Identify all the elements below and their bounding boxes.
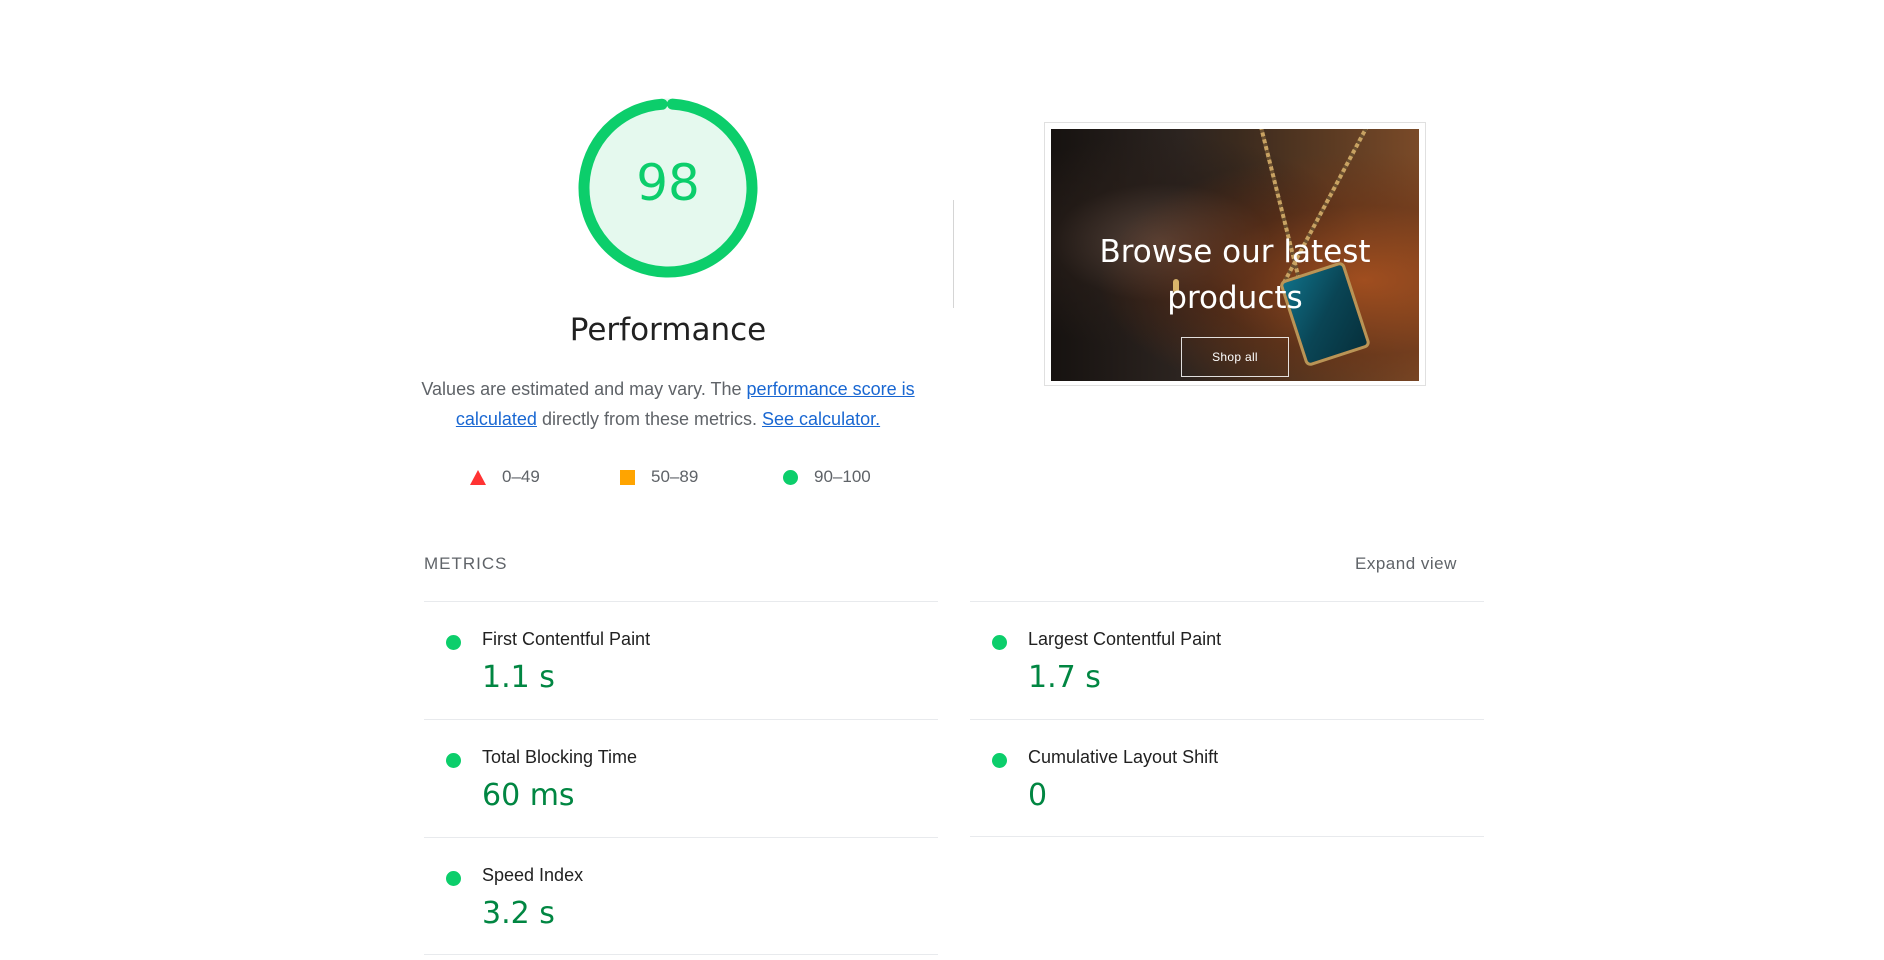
see-calculator-link[interactable]: See calculator. (762, 409, 880, 429)
pass-circle-icon (992, 635, 1007, 650)
metric-largest-contentful-paint[interactable]: Largest Contentful Paint 1.7 s (970, 601, 1484, 719)
pass-circle-icon (992, 753, 1007, 768)
scale-average-label: 50–89 (651, 467, 699, 486)
pass-circle-icon (446, 635, 461, 650)
metrics-header: METRICS (424, 554, 508, 573)
metric-label: Cumulative Layout Shift (1028, 747, 1219, 767)
performance-gauge[interactable]: 98 (575, 95, 761, 281)
metric-value: 1.1 s (482, 660, 555, 695)
lighthouse-report: 98 Performance Values are estimated and … (0, 0, 1884, 960)
metric-value: 0 (1028, 778, 1048, 813)
pass-circle-icon (446, 871, 461, 886)
expand-view-toggle[interactable]: Expand view (1355, 554, 1457, 574)
metric-label: Speed Index (482, 865, 584, 885)
vertical-divider (953, 200, 954, 308)
thumbnail-heading: Browse our latest products (1051, 229, 1419, 321)
metric-value: 1.7 s (1028, 660, 1101, 695)
square-icon (620, 469, 635, 485)
metric-label: Largest Contentful Paint (1028, 629, 1222, 649)
metric-value: 60 ms (482, 778, 575, 813)
metric-speed-index[interactable]: Speed Index 3.2 s (424, 837, 938, 955)
metric-total-blocking-time[interactable]: Total Blocking Time 60 ms (424, 719, 938, 837)
pass-circle-icon (446, 753, 461, 768)
gauge-description: Values are estimated and may vary. The p… (418, 374, 918, 434)
metric-cumulative-layout-shift[interactable]: Cumulative Layout Shift 0 (970, 719, 1484, 837)
metric-label: First Contentful Paint (482, 629, 651, 649)
metric-label: Total Blocking Time (482, 747, 638, 767)
shop-all-button: Shop all (1181, 337, 1289, 377)
thumbnail-heading-line2: products (1167, 280, 1303, 316)
thumbnail-heading-line1: Browse our latest (1099, 234, 1371, 270)
metric-first-contentful-paint[interactable]: First Contentful Paint 1.1 s (424, 601, 938, 719)
screenshot-image: Browse our latest products Shop all (1051, 129, 1419, 381)
gauge-title: Performance (569, 312, 767, 348)
circle-icon (783, 469, 798, 485)
gauge-description-prefix: Values are estimated and may vary. The (421, 379, 747, 399)
scale-fail-label: 0–49 (502, 467, 540, 486)
final-screenshot[interactable]: Browse our latest products Shop all (1044, 122, 1426, 386)
scale-pass-label: 90–100 (814, 467, 871, 486)
gauge-score: 98 (636, 154, 700, 212)
triangle-icon (470, 469, 486, 485)
scale-fail: 0–49 (470, 462, 540, 492)
metric-value: 3.2 s (482, 896, 555, 931)
scale-pass: 90–100 (783, 462, 871, 492)
gauge-description-middle: directly from these metrics. (536, 409, 763, 429)
scale-average: 50–89 (620, 462, 698, 492)
